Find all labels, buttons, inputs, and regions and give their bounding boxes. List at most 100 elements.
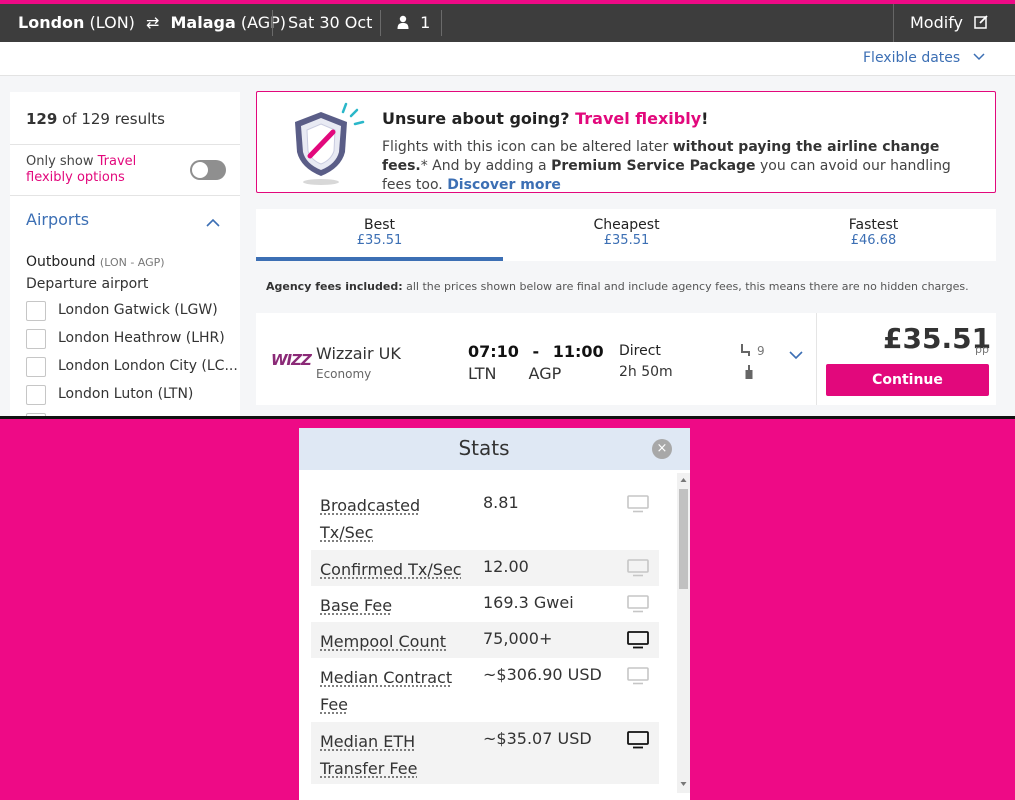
chevron-down-icon (973, 53, 985, 61)
price-panel: £35.51 pp Continue (816, 313, 996, 405)
bag-icon (745, 365, 753, 379)
banner-text: Flights with this icon can be altered la… (382, 139, 673, 155)
swap-arrows-icon[interactable]: ⇄ (146, 4, 159, 42)
airline-name: Wizzair UK (316, 344, 401, 363)
divider (272, 10, 273, 36)
banner-title-text: Unsure about going? (382, 109, 576, 128)
airport-name: London Gatwick (LGW) (58, 302, 218, 318)
cabin-class: Economy (316, 367, 372, 381)
stats-scrollbar[interactable] (677, 473, 690, 793)
monitor-icon[interactable] (627, 595, 649, 613)
chevron-down-icon[interactable] (789, 349, 803, 361)
airports-section-title[interactable]: Airports (26, 210, 89, 229)
fees-note-title: Agency fees included: (266, 280, 403, 293)
tab-best[interactable]: Best £35.51 (256, 209, 503, 261)
tab-price: £46.68 (850, 233, 897, 248)
outbound-label: Outbound (LON - AGP) (26, 254, 165, 270)
airport-checkbox[interactable] (26, 385, 46, 405)
close-icon[interactable]: × (652, 439, 672, 459)
filters-panel: 129 of 129 results Only show Travel flex… (10, 92, 240, 419)
stats-row: Confirmed Tx/Sec 12.00 (311, 550, 659, 586)
stat-label: Median Contract Fee (320, 668, 453, 714)
continue-button[interactable]: Continue (826, 364, 989, 396)
flexible-shield-icon (295, 102, 365, 185)
tab-price: £35.51 (356, 233, 403, 248)
results-count: 129 of 129 results (26, 110, 165, 128)
stats-row: Median ETH Transfer Fee ~$35.07 USD (311, 722, 659, 784)
sub-toolbar: Flexible dates (0, 42, 1015, 76)
chevron-up-icon[interactable] (206, 216, 220, 230)
stat-value: 8.81 (483, 493, 519, 512)
scroll-up-icon[interactable] (677, 475, 690, 485)
passenger-count[interactable]: 1 (397, 4, 430, 42)
tab-label: Best (363, 217, 395, 233)
toggle-knob (192, 162, 208, 178)
fees-note-text: all the prices shown below are final and… (402, 280, 969, 293)
scroll-down-icon[interactable] (677, 779, 690, 789)
price-unit: pp (975, 343, 989, 356)
tab-fastest[interactable]: Fastest £46.68 (750, 209, 997, 261)
monitor-icon[interactable] (627, 731, 649, 749)
tab-label: Cheapest (593, 217, 660, 233)
stat-label: Base Fee (320, 596, 393, 615)
route-summary[interactable]: London (LON) ⇄ Malaga (AGP) (18, 4, 286, 42)
travel-date[interactable]: Sat 30 Oct (288, 4, 372, 42)
monitor-icon[interactable] (627, 667, 649, 685)
only-show-text: Only show (26, 154, 98, 169)
monitor-icon[interactable] (627, 559, 649, 577)
divider (441, 10, 442, 36)
stat-value: 169.3 Gwei (483, 593, 574, 612)
travel-flexibly-banner: Unsure about going? Travel flexibly! Fli… (256, 91, 996, 193)
flexible-dates-dropdown[interactable]: Flexible dates (863, 50, 985, 66)
travel-flexibly-title-link[interactable]: Travel flexibly (575, 109, 701, 128)
flexible-filter-label: Only show Travel flexibly options (26, 154, 166, 186)
page-bottom-border (0, 416, 1015, 419)
stat-value: 75,000+ (483, 629, 553, 648)
stats-row: Base Fee 169.3 Gwei (311, 586, 659, 622)
sort-tabs: Best £35.51 Cheapest £35.51 Fastest £46.… (256, 209, 996, 261)
passenger-number: 1 (420, 13, 431, 32)
flexible-options-toggle[interactable] (190, 160, 226, 180)
stats-header: Stats × (299, 428, 690, 470)
stops-info: Direct (619, 343, 661, 359)
airport-name: London Luton (LTN) (58, 386, 194, 402)
monitor-icon[interactable] (627, 495, 649, 513)
modify-button[interactable]: Modify (893, 4, 1015, 42)
results-shown: 129 (26, 110, 58, 128)
search-summary-bar: London (LON) ⇄ Malaga (AGP) Sat 30 Oct 1… (0, 4, 1015, 42)
tab-cheapest[interactable]: Cheapest £35.51 (503, 209, 750, 261)
destination-code: (AGP) (240, 13, 287, 32)
airport-checkbox[interactable] (26, 329, 46, 349)
time-separator: - (532, 342, 540, 361)
wizzair-logo: WIZZ (271, 351, 312, 369)
stat-label: Mempool Count (320, 632, 447, 651)
airport-checkbox[interactable] (26, 357, 46, 377)
departure-code: LTN (468, 364, 497, 383)
divider (10, 195, 240, 196)
flight-search-page: London (LON) ⇄ Malaga (AGP) Sat 30 Oct 1… (0, 0, 1015, 419)
monitor-icon[interactable] (627, 631, 649, 649)
banner-title-end: ! (701, 109, 709, 128)
flight-result-card[interactable]: WIZZ Wizzair UK Economy 07:10 - 11:00 LT… (256, 313, 996, 405)
scrollbar-thumb[interactable] (679, 489, 688, 589)
banner-text: * And by adding a (420, 158, 552, 174)
stat-label: Broadcasted Tx/Sec (320, 496, 421, 542)
airport-name: London London City (LC... (58, 358, 238, 374)
origin-city: London (18, 13, 85, 32)
stat-value: 12.00 (483, 557, 529, 576)
airport-name: London Heathrow (LHR) (58, 330, 225, 346)
tab-label: Fastest (848, 217, 899, 233)
banner-bold-text: Premium Service Package (551, 158, 756, 174)
stats-title: Stats (458, 436, 510, 460)
stats-popup: Stats × Broadcasted Tx/Sec 8.81 Confirme… (299, 428, 690, 800)
results-total: of 129 results (62, 110, 165, 128)
outbound-title: Outbound (26, 254, 96, 270)
tab-price: £35.51 (603, 233, 650, 248)
banner-body: Flights with this icon can be altered la… (382, 138, 982, 195)
divider (380, 10, 381, 36)
discover-more-link[interactable]: Discover more (447, 177, 561, 193)
airport-checkbox[interactable] (26, 301, 46, 321)
stats-row: Median Contract Fee ~$306.90 USD (311, 658, 659, 720)
stat-value: ~$35.07 USD (483, 729, 592, 748)
stat-value: ~$306.90 USD (483, 665, 602, 684)
